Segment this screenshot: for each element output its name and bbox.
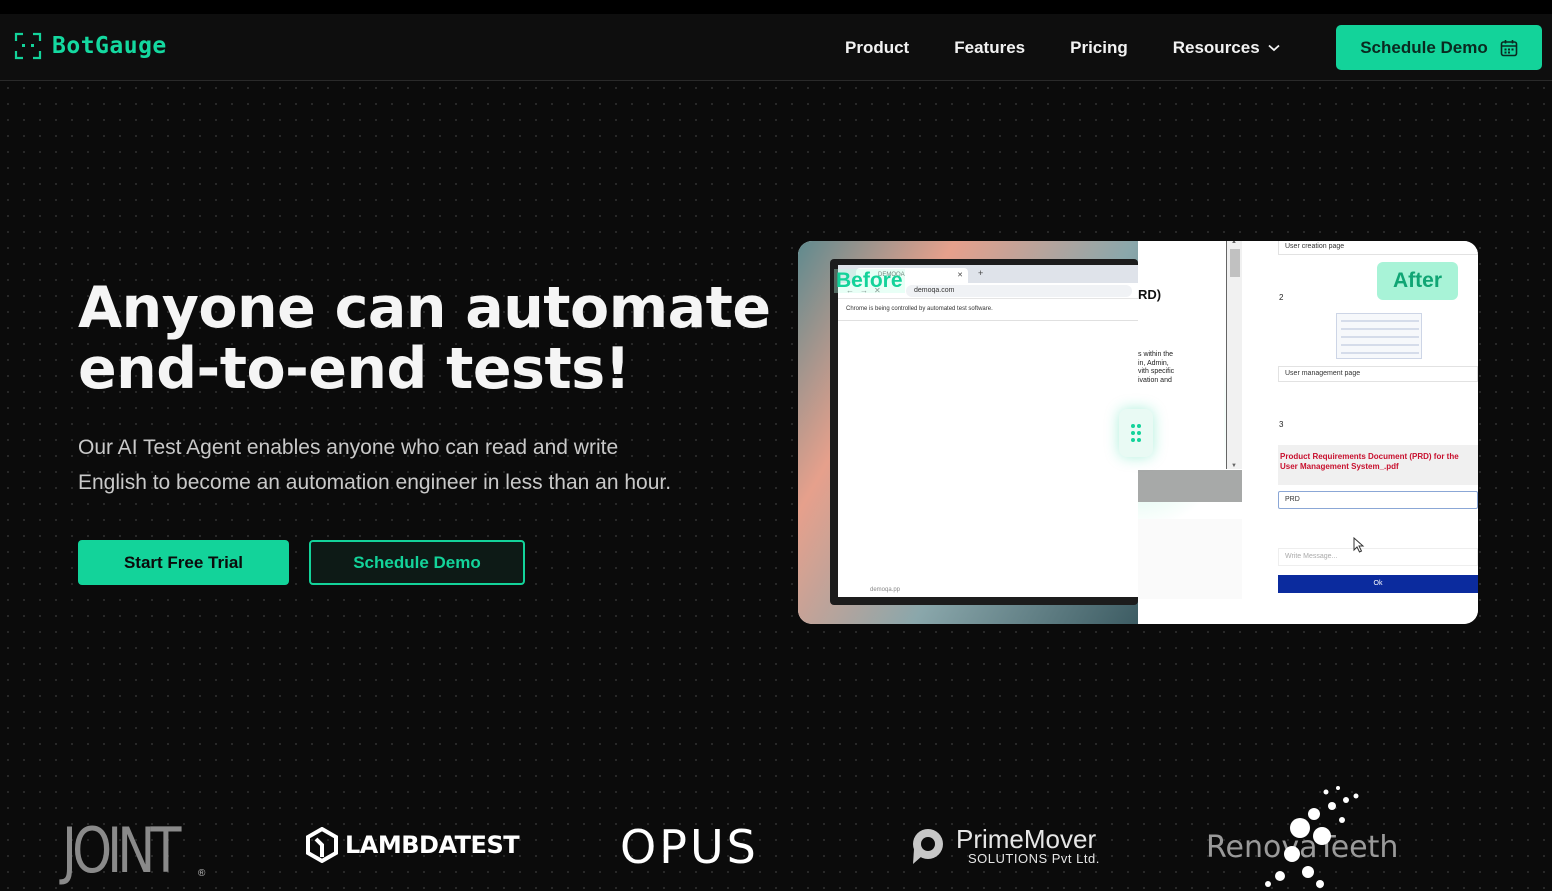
doc-line: s within the	[1138, 351, 1174, 358]
primemover-logo: PrimeMover SOLUTIONS Pvt Ltd.	[910, 826, 1100, 865]
doc-line: vith specific	[1138, 368, 1175, 375]
navbar: BotGauge Product Features Pricing Resour…	[0, 14, 1552, 81]
doc-line: in, Admin,	[1138, 359, 1169, 367]
document-footer-bar	[1138, 470, 1242, 502]
hero-title-line1: Anyone can automate	[78, 275, 771, 341]
prd-input[interactable]: PRD	[1278, 491, 1478, 509]
primemover-name: PrimeMover	[956, 824, 1097, 854]
nav-resources-label: Resources	[1172, 37, 1260, 57]
scrollbar-thumb[interactable]	[1230, 249, 1240, 277]
main-nav: Product Features Pricing Resources	[845, 14, 1280, 81]
screenshot-thumbnail[interactable]	[1336, 313, 1422, 359]
hero-subtitle-line1: Our AI Test Agent enables anyone who can…	[78, 436, 619, 459]
opus-logo: OPUS	[620, 820, 759, 874]
before-after-comparison[interactable]: DEMOQA ✕ + ←→✕ demoqa.com Chrome is bein…	[798, 241, 1478, 624]
document-heading: RD)	[1138, 287, 1162, 302]
calendar-icon	[1500, 39, 1518, 56]
step3-number: 3	[1279, 420, 1284, 429]
document-scrollbar[interactable]: ▲ ▼	[1226, 241, 1242, 469]
joint-registered-mark: ®	[198, 868, 206, 879]
laptop-screen: DEMOQA ✕ + ←→✕ demoqa.com Chrome is bein…	[830, 259, 1138, 605]
laptop-footer-text: demoqa.pp	[870, 587, 901, 593]
nav-pricing[interactable]: Pricing	[1070, 38, 1128, 58]
plus-icon: +	[978, 268, 984, 278]
nav-resources-dropdown[interactable]: Resources	[1173, 38, 1280, 58]
lambdatest-logo-text: LAMBDATEST	[345, 831, 520, 859]
brand-name: BotGauge	[52, 33, 167, 59]
before-pane: DEMOQA ✕ + ←→✕ demoqa.com Chrome is bein…	[798, 241, 1138, 624]
browser-url: demoqa.com	[906, 285, 1132, 297]
message-input[interactable]: Write Message...	[1278, 548, 1478, 566]
drag-dots-icon	[1131, 424, 1141, 442]
scroll-down-icon: ▼	[1231, 463, 1237, 469]
automation-infobar: Chrome is being controlled by automated …	[838, 299, 1138, 321]
lambdatest-logo: LAMBDATEST	[305, 827, 520, 863]
hero-subtitle: Our AI Test Agent enables anyone who can…	[78, 430, 758, 500]
botgauge-logo-icon	[14, 32, 42, 60]
brand-logo[interactable]: BotGauge	[14, 32, 167, 60]
doc-line: ivation and	[1138, 376, 1172, 384]
before-label: Before	[834, 269, 905, 293]
nav-schedule-demo-label: Schedule Demo	[1360, 37, 1488, 57]
customer-logos: JOINT ® LAMBDATEST OPUS PrimeMover SOLUT…	[0, 780, 1552, 891]
automated-browser: DEMOQA ✕ + ←→✕ demoqa.com Chrome is bein…	[838, 265, 1138, 597]
hero-subtitle-line2: English to become an automation engineer…	[78, 471, 672, 494]
renovateeth-logo-icon	[1265, 786, 1359, 888]
mouse-cursor-icon	[1353, 537, 1365, 553]
after-label: After	[1377, 262, 1458, 300]
step2-number: 2	[1279, 293, 1284, 302]
primemover-subtitle: SOLUTIONS Pvt Ltd.	[968, 851, 1100, 866]
document-text: s within the in, Admin, vith specific iv…	[1138, 351, 1178, 385]
comparison-drag-handle[interactable]	[1119, 409, 1153, 457]
prd-file-attachment[interactable]: Product Requirements Document (PRD) for …	[1278, 445, 1478, 485]
hero-title: Anyone can automate end-to-end tests!	[78, 278, 778, 400]
lambdatest-logo-icon	[306, 827, 338, 863]
scroll-up-icon: ▲	[1231, 241, 1237, 245]
step2-field[interactable]: User management page	[1278, 366, 1478, 382]
hero-title-line2: end-to-end tests!	[78, 336, 631, 402]
ok-button[interactable]: Ok	[1278, 575, 1478, 593]
joint-logo: JOINT	[62, 814, 181, 887]
start-free-trial-button[interactable]: Start Free Trial	[78, 540, 289, 585]
primemover-logo-icon	[913, 828, 943, 864]
close-icon: ✕	[957, 272, 963, 279]
nav-product[interactable]: Product	[845, 38, 909, 58]
chevron-down-icon	[1268, 44, 1280, 51]
nav-schedule-demo-button[interactable]: Schedule Demo	[1336, 25, 1542, 70]
step1-field[interactable]: User creation page	[1278, 241, 1478, 255]
nav-features[interactable]: Features	[954, 38, 1025, 58]
browser-top-strip	[0, 0, 1552, 14]
panel-card	[1138, 519, 1242, 599]
schedule-demo-button[interactable]: Schedule Demo	[309, 540, 525, 585]
